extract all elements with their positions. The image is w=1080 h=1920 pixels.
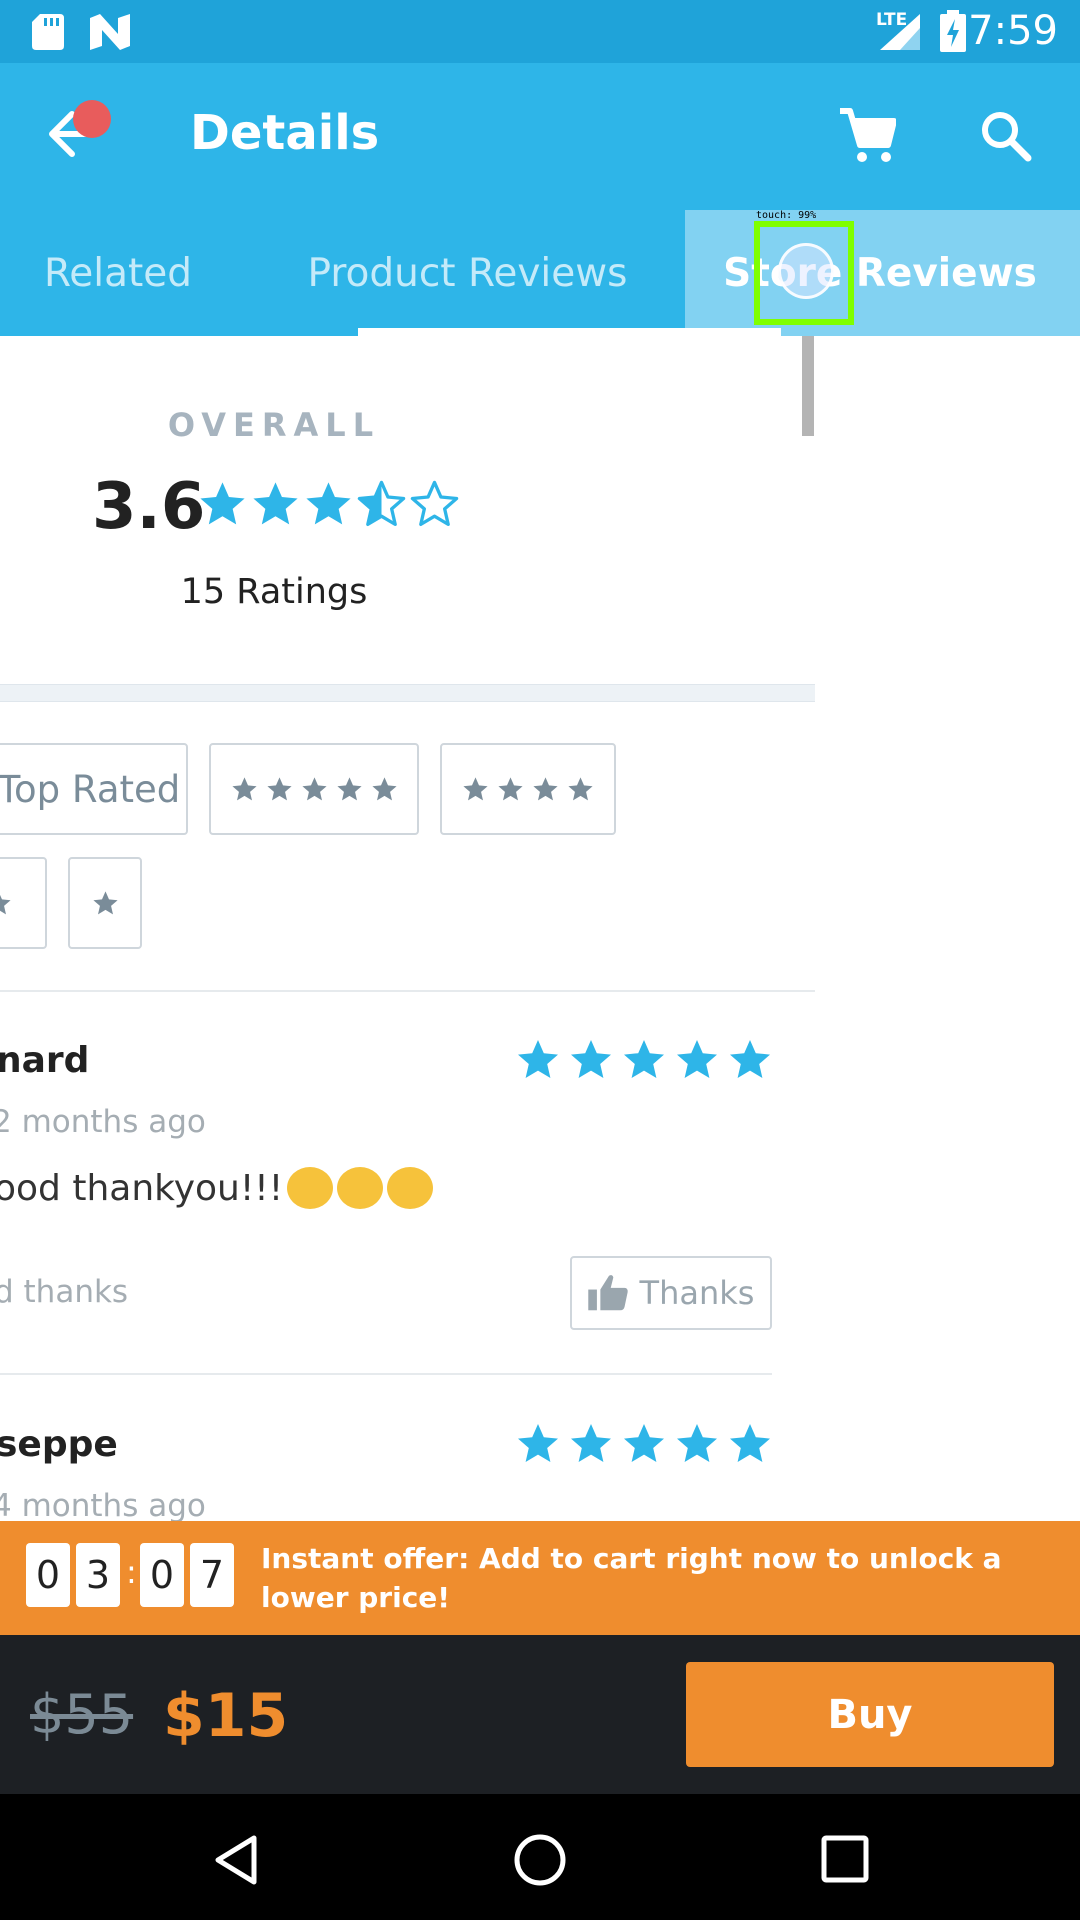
- smile-emoji-icon: [337, 1167, 384, 1209]
- tab-indicator: [358, 328, 781, 336]
- battery-charging-icon: [940, 10, 966, 52]
- gray-stars: [230, 775, 399, 804]
- signal-icon: [880, 14, 920, 50]
- divider: [0, 990, 815, 992]
- star-gray-icon: [335, 775, 364, 804]
- reviews-content[interactable]: OVERALL 3.6 15 Ratings Top Rated nard 2 …: [0, 336, 815, 1521]
- helpful-count: d thanks: [0, 1274, 129, 1310]
- star-gray-icon: [566, 775, 595, 804]
- filter-4-stars[interactable]: [440, 743, 616, 835]
- timer-digit: 0: [140, 1543, 184, 1607]
- star-half-icon: [355, 478, 408, 531]
- timer-digit: 0: [26, 1543, 70, 1607]
- timer-separator: :: [126, 1553, 137, 1591]
- review-time: 4 months ago: [0, 1488, 206, 1521]
- star-full-icon: [726, 1420, 774, 1468]
- overall-score: 3.6: [92, 470, 206, 544]
- tab-product-reviews[interactable]: Product Reviews: [300, 210, 635, 336]
- reviewer-name: seppe: [0, 1424, 118, 1465]
- filter-top-rated-label: Top Rated: [0, 767, 181, 811]
- star-gray-icon: [531, 775, 560, 804]
- star-full-icon: [726, 1036, 774, 1084]
- new-price: $15: [163, 1681, 289, 1751]
- star-full-icon: [620, 1036, 668, 1084]
- app-bar: Details: [0, 63, 1080, 210]
- tab-related[interactable]: Related: [0, 210, 236, 336]
- touch-label: touch: 99%: [756, 210, 817, 221]
- status-time: 7:59: [968, 8, 1058, 54]
- star-full-icon: [567, 1420, 615, 1468]
- star-full-icon: [673, 1420, 721, 1468]
- star-full-icon: [514, 1420, 562, 1468]
- star-gray-icon: [91, 889, 120, 918]
- status-bar: LTE 7:59: [0, 0, 1080, 63]
- system-nav-bar: [0, 1794, 1080, 1920]
- filter-top-rated[interactable]: Top Rated: [0, 743, 188, 835]
- nav-back-icon[interactable]: [212, 1834, 260, 1886]
- smile-emoji-icon: [287, 1167, 334, 1209]
- filter-2-stars[interactable]: [0, 857, 47, 949]
- section-divider: [0, 684, 815, 702]
- review-text: ood thankyou!!!: [0, 1168, 284, 1209]
- ratings-count: 15 Ratings: [180, 572, 368, 612]
- overall-stars: [196, 478, 461, 531]
- notification-n-icon: [90, 14, 130, 50]
- review-text-row: ood thankyou!!!: [0, 1167, 434, 1211]
- instant-offer-banner[interactable]: 0 3 : 0 7 Instant offer: Add to cart rig…: [0, 1521, 1080, 1635]
- star-gray-icon: [265, 775, 294, 804]
- thanks-button-label: Thanks: [639, 1274, 755, 1312]
- review-stars: [514, 1420, 774, 1468]
- star-gray-icon: [300, 775, 329, 804]
- star-full-icon: [249, 478, 302, 531]
- divider: [0, 1373, 772, 1375]
- star-gray-icon: [461, 775, 490, 804]
- star-gray-icon: [370, 775, 399, 804]
- star-full-icon: [302, 478, 355, 531]
- notification-badge: [73, 100, 111, 138]
- review-time: 2 months ago: [0, 1104, 206, 1140]
- scroll-indicator[interactable]: [802, 336, 814, 436]
- buy-bar: $55 $15 Buy: [0, 1635, 1080, 1794]
- star-full-icon: [567, 1036, 615, 1084]
- star-full-icon: [620, 1420, 668, 1468]
- timer-digit: 7: [190, 1543, 234, 1607]
- tab-bar: Related Product Reviews Store Reviews: [0, 210, 1080, 336]
- smile-emoji-icon: [387, 1167, 434, 1209]
- star-gray-icon: [0, 889, 13, 918]
- sd-card-icon: [32, 14, 64, 50]
- reviewer-name: nard: [0, 1040, 90, 1081]
- gray-stars: [461, 775, 595, 804]
- review-stars: [514, 1036, 774, 1084]
- star-gray-icon: [496, 775, 525, 804]
- thumbs-up-icon: [587, 1275, 628, 1311]
- nav-recents-icon[interactable]: [820, 1834, 870, 1884]
- nav-home-icon[interactable]: [512, 1832, 568, 1888]
- cart-icon[interactable]: [838, 107, 896, 163]
- buy-button[interactable]: Buy: [686, 1662, 1054, 1767]
- star-full-icon: [514, 1036, 562, 1084]
- overall-label: OVERALL: [167, 406, 381, 444]
- page-title: Details: [190, 105, 380, 161]
- search-icon[interactable]: [980, 110, 1032, 162]
- filter-1-star[interactable]: [68, 857, 142, 949]
- gray-stars: [0, 889, 13, 918]
- star-full-icon: [673, 1036, 721, 1084]
- star-empty-icon: [408, 478, 461, 531]
- filter-5-stars[interactable]: [209, 743, 419, 835]
- old-price: $55: [30, 1683, 134, 1746]
- thanks-button[interactable]: Thanks: [570, 1256, 772, 1330]
- offer-text: Instant offer: Add to cart right now to …: [261, 1542, 1002, 1614]
- touch-highlight-box: [754, 221, 854, 325]
- star-gray-icon: [230, 775, 259, 804]
- timer-digit: 3: [76, 1543, 120, 1607]
- star-full-icon: [196, 478, 249, 531]
